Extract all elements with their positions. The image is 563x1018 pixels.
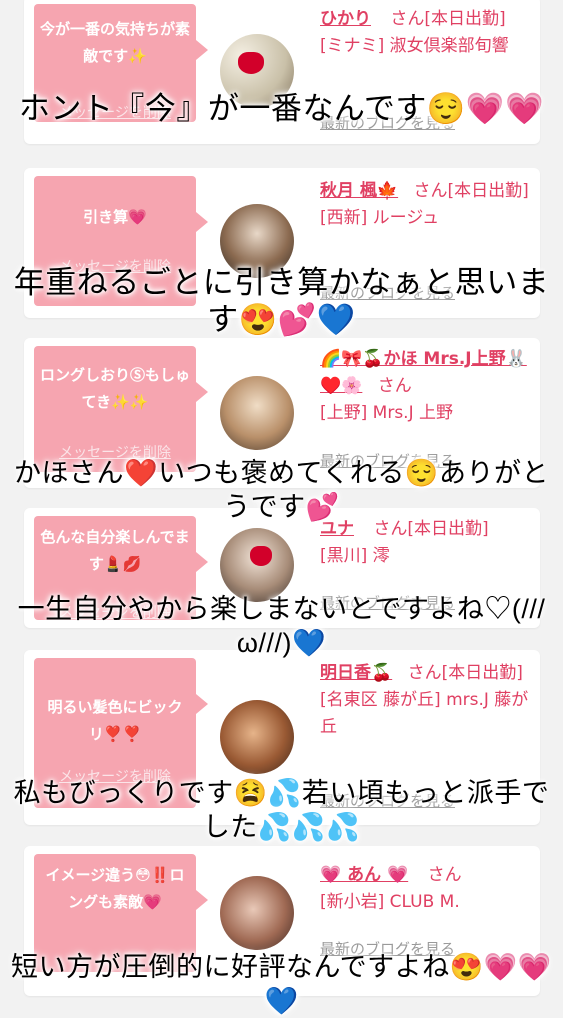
message-text: 色んな自分楽しんでます💄💋 xyxy=(40,528,190,573)
overlay-caption: 私もびっくりです😫💦若い頃もっと派手でした💦💦💦 xyxy=(13,778,550,842)
status-text: さん xyxy=(427,865,462,885)
cast-name-link[interactable]: 明日香🍒 xyxy=(320,663,392,683)
cast-name-link[interactable]: 💗 あん 💗 xyxy=(320,865,408,885)
status-text: さん xyxy=(377,376,412,396)
avatar[interactable] xyxy=(220,528,294,602)
overlay-caption: かほさん❤️いつも褒めてくれる😌ありがとうです💕 xyxy=(14,458,549,522)
overlay-caption: ホント『今』が一番なんです😌💗💗 xyxy=(18,91,545,126)
avatar-heart-icon xyxy=(238,52,264,74)
cast-info: 💗 あん 💗 さん [新小岩] CLUB M. xyxy=(320,862,532,916)
shop-name: [黒川] 澪 xyxy=(320,546,390,566)
shop-name: [名東区 藤が丘] mrs.J 藤が丘 xyxy=(320,690,529,737)
message-text: 明るい髪色にビックリ❣️❣️ xyxy=(47,698,183,743)
message-bubble: ロングしおりⓈもしゅてき✨✨ メッセージを削除 xyxy=(34,346,208,472)
overlay-caption: 年重ねるごとに引き算かなぁと思います😍💕💙 xyxy=(13,265,550,337)
shop-name: [西新] ルージュ xyxy=(320,208,440,228)
cast-info: ユナ さん[本日出勤] [黒川] 澪 xyxy=(320,516,532,570)
cast-name-link[interactable]: 秋月 楓🍁 xyxy=(320,181,398,201)
status-text: さん[本日出勤] xyxy=(407,663,523,683)
status-text: さん[本日出勤] xyxy=(413,181,529,201)
cast-info: ひかり さん[本日出勤] [ミナミ] 淑女倶楽部旬響 xyxy=(320,6,532,60)
message-text: ロングしおりⓈもしゅてき✨✨ xyxy=(40,366,191,411)
avatar[interactable] xyxy=(220,876,294,950)
message-text: 今が一番の気持ちが素敵です✨ xyxy=(40,20,191,65)
cast-name-link[interactable]: 🌈🎀🍒かほ Mrs.J上野🐰♥️🌸 xyxy=(320,349,527,396)
avatar-heart-icon xyxy=(250,546,272,566)
overlay-caption: 短い方が圧倒的に好評なんですよね😍💗💗💙 xyxy=(10,952,552,1016)
avatar[interactable] xyxy=(220,376,294,450)
shop-name: [上野] Mrs.J 上野 xyxy=(320,403,454,423)
overlay-caption: 一生自分やから楽しまないとですよね♡(///ω///)💙 xyxy=(17,594,546,658)
shop-name: [新小岩] CLUB M. xyxy=(320,892,460,912)
status-text: さん[本日出勤] xyxy=(390,9,506,29)
cast-info: 秋月 楓🍁 さん[本日出勤] [西新] ルージュ xyxy=(320,178,532,232)
cast-info: 🌈🎀🍒かほ Mrs.J上野🐰♥️🌸 さん [上野] Mrs.J 上野 xyxy=(320,346,532,427)
message-text: イメージ違う😳‼️ロングも素敵💗 xyxy=(45,866,185,911)
avatar[interactable] xyxy=(220,700,294,774)
cast-name-link[interactable]: ひかり xyxy=(320,9,371,29)
cast-info: 明日香🍒 さん[本日出勤] [名東区 藤が丘] mrs.J 藤が丘 xyxy=(320,660,532,741)
shop-name: [ミナミ] 淑女倶楽部旬響 xyxy=(320,36,509,56)
message-text: 引き算💗 xyxy=(83,208,147,226)
